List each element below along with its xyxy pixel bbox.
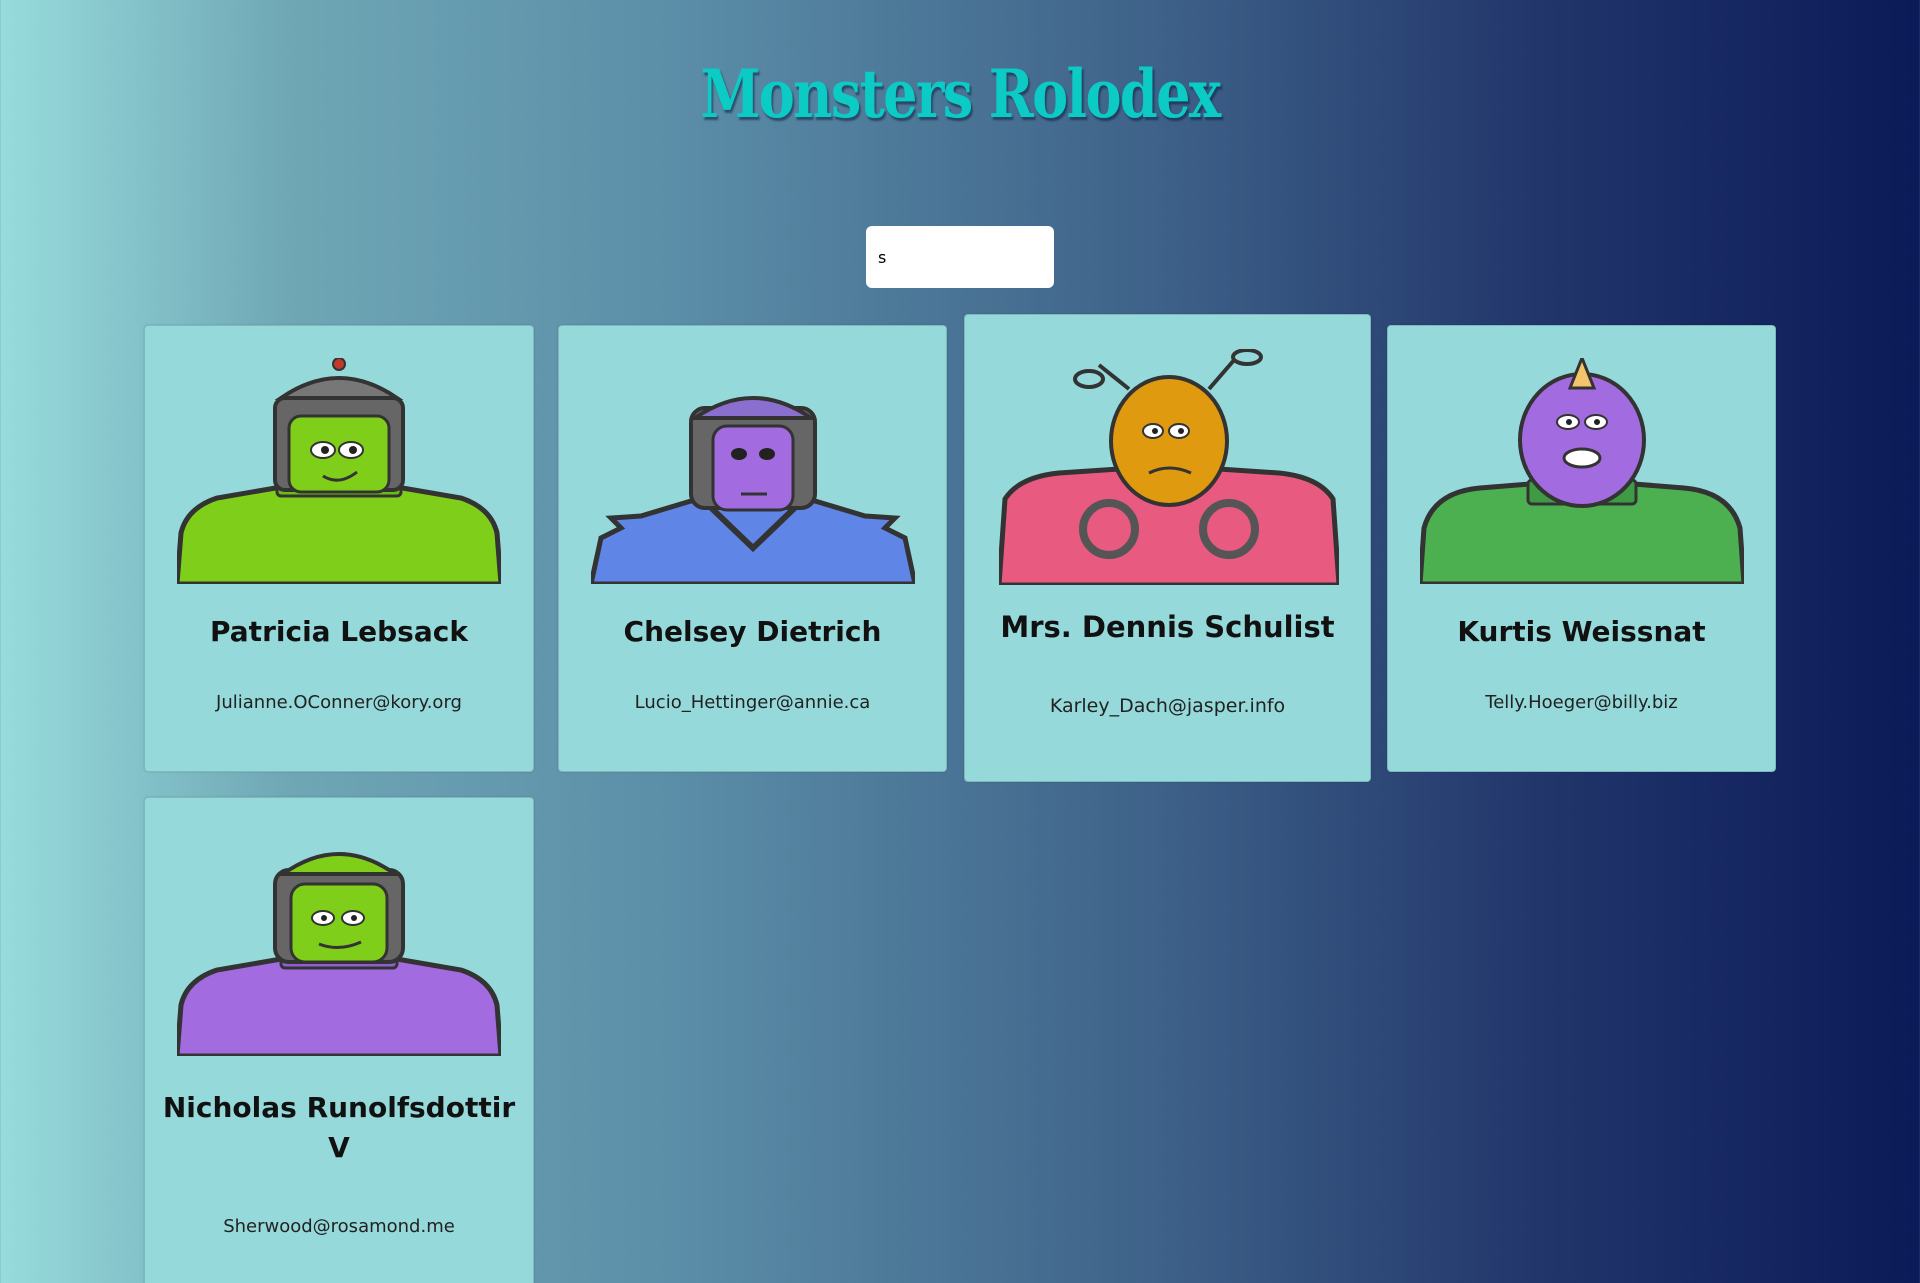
monster-name: Nicholas Runolfsdottir V bbox=[162, 1091, 516, 1164]
monster-name: Chelsey Dietrich bbox=[623, 615, 882, 648]
search-input[interactable] bbox=[866, 226, 1054, 288]
monster-avatar bbox=[999, 349, 1339, 585]
monster-name: Patricia Lebsack bbox=[210, 615, 468, 648]
monster-avatar bbox=[591, 358, 915, 584]
app-title: Monsters Rolodex bbox=[700, 55, 1221, 133]
monster-card[interactable]: Patricia Lebsack Julianne.OConner@kory.o… bbox=[144, 325, 534, 772]
monster-card[interactable]: Chelsey Dietrich Lucio_Hettinger@annie.c… bbox=[558, 325, 947, 772]
monster-name: Kurtis Weissnat bbox=[1457, 615, 1706, 648]
monster-email: Telly.Hoeger@billy.biz bbox=[1485, 692, 1678, 713]
monster-email: Sherwood@rosamond.me bbox=[223, 1216, 455, 1237]
monster-card[interactable]: Mrs. Dennis Schulist Karley_Dach@jasper.… bbox=[964, 314, 1371, 782]
monster-card[interactable]: Nicholas Runolfsdottir V Sherwood@rosamo… bbox=[144, 797, 534, 1283]
monster-email: Karley_Dach@jasper.info bbox=[1049, 695, 1286, 717]
monster-card[interactable]: Kurtis Weissnat Telly.Hoeger@billy.biz bbox=[1387, 325, 1776, 772]
monster-email: Julianne.OConner@kory.org bbox=[216, 692, 462, 713]
monster-email: Lucio_Hettinger@annie.ca bbox=[634, 692, 871, 713]
monster-name: Mrs. Dennis Schulist bbox=[1000, 610, 1335, 644]
monster-avatar bbox=[1420, 358, 1744, 584]
monster-avatar bbox=[177, 358, 501, 584]
monster-avatar bbox=[177, 830, 501, 1056]
